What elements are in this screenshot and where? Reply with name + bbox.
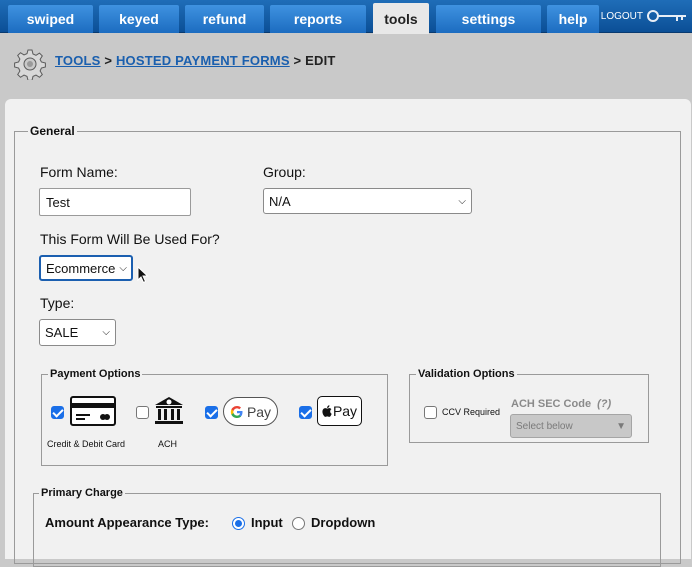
group-select-value: N/A <box>269 193 291 209</box>
tab-swiped[interactable]: swiped <box>8 5 93 33</box>
tab-reports[interactable]: reports <box>270 5 366 33</box>
breadcrumb-separator: > <box>104 53 113 68</box>
breadcrumb-hosted-forms-link[interactable]: HOSTED PAYMENT FORMS <box>116 53 290 68</box>
tab-help[interactable]: help <box>547 5 599 33</box>
ach-sec-code-placeholder: Select below <box>516 420 573 432</box>
form-name-label: Form Name: <box>40 164 118 180</box>
breadcrumb-current: EDIT <box>305 53 336 68</box>
credit-card-icon <box>70 396 116 426</box>
ach-sec-code-text: ACH SEC Code <box>511 398 592 410</box>
amount-appearance-label: Amount Appearance Type: <box>45 515 209 530</box>
apple-pay-badge: Pay <box>317 396 362 426</box>
general-legend: General <box>30 124 75 138</box>
amount-input-radio[interactable] <box>232 517 245 530</box>
chevron-down-icon: ⌵ <box>102 327 110 338</box>
ccv-required-label: CCV Required <box>442 407 501 417</box>
dropdown-arrow-icon: ▼ <box>616 420 626 432</box>
credit-card-checkbox[interactable] <box>51 406 64 419</box>
ach-sec-help-link[interactable]: (?) <box>597 398 611 410</box>
chevron-down-icon: ⌵ <box>458 195 466 207</box>
amount-dropdown-radio[interactable] <box>292 517 305 530</box>
used-for-select[interactable]: Ecommerce ⌵ <box>39 255 133 281</box>
gear-icon <box>14 49 46 80</box>
tab-refund[interactable]: refund <box>185 5 264 33</box>
credit-card-label: Credit & Debit Card <box>47 439 126 449</box>
apple-pay-label: Pay <box>332 403 358 419</box>
payment-options-legend: Payment Options <box>50 368 141 380</box>
used-for-label: This Form Will Be Used For? <box>40 231 220 247</box>
type-select[interactable]: SALE ⌵ <box>39 319 116 346</box>
tab-settings[interactable]: settings <box>436 5 541 33</box>
group-select[interactable]: N/A ⌵ <box>263 188 472 214</box>
tab-keyed[interactable]: keyed <box>99 5 179 33</box>
form-name-input[interactable]: Test <box>39 188 191 216</box>
ach-checkbox[interactable] <box>136 406 149 419</box>
ccv-required-checkbox[interactable] <box>424 406 437 419</box>
chevron-down-icon: ⌵ <box>119 262 127 274</box>
ach-label: ACH <box>158 439 178 449</box>
google-g-icon <box>230 405 243 418</box>
google-pay-label: Pay <box>246 403 272 420</box>
apple-pay-checkbox[interactable] <box>299 406 312 419</box>
type-select-value: SALE <box>45 325 79 340</box>
used-for-select-value: Ecommerce <box>46 260 116 276</box>
amount-input-label: Input <box>251 515 283 530</box>
breadcrumb-separator: > <box>293 53 302 68</box>
ach-sec-code-select[interactable]: Select below ▼ <box>510 414 632 438</box>
form-name-value: Test <box>46 194 70 210</box>
logout-button[interactable]: LOGOUT <box>601 9 688 23</box>
group-label: Group: <box>263 164 306 180</box>
bank-icon <box>155 397 183 424</box>
key-icon <box>647 10 686 22</box>
mouse-cursor-icon <box>137 266 149 284</box>
breadcrumb-tools-link[interactable]: TOOLS <box>55 53 101 68</box>
logout-label: LOGOUT <box>600 10 643 22</box>
type-label: Type: <box>40 295 75 311</box>
ach-sec-code-label: ACH SEC Code (?) <box>511 398 611 410</box>
google-pay-badge: Pay <box>223 397 278 426</box>
google-pay-checkbox[interactable] <box>205 406 218 419</box>
apple-icon <box>322 405 332 417</box>
amount-dropdown-label: Dropdown <box>311 515 376 530</box>
validation-options-legend: Validation Options <box>418 368 515 380</box>
breadcrumb: TOOLS > HOSTED PAYMENT FORMS > EDIT <box>55 53 336 68</box>
top-nav: swiped keyed refund reports tools settin… <box>0 0 692 34</box>
tab-tools[interactable]: tools <box>373 3 429 34</box>
primary-charge-legend: Primary Charge <box>41 487 123 499</box>
